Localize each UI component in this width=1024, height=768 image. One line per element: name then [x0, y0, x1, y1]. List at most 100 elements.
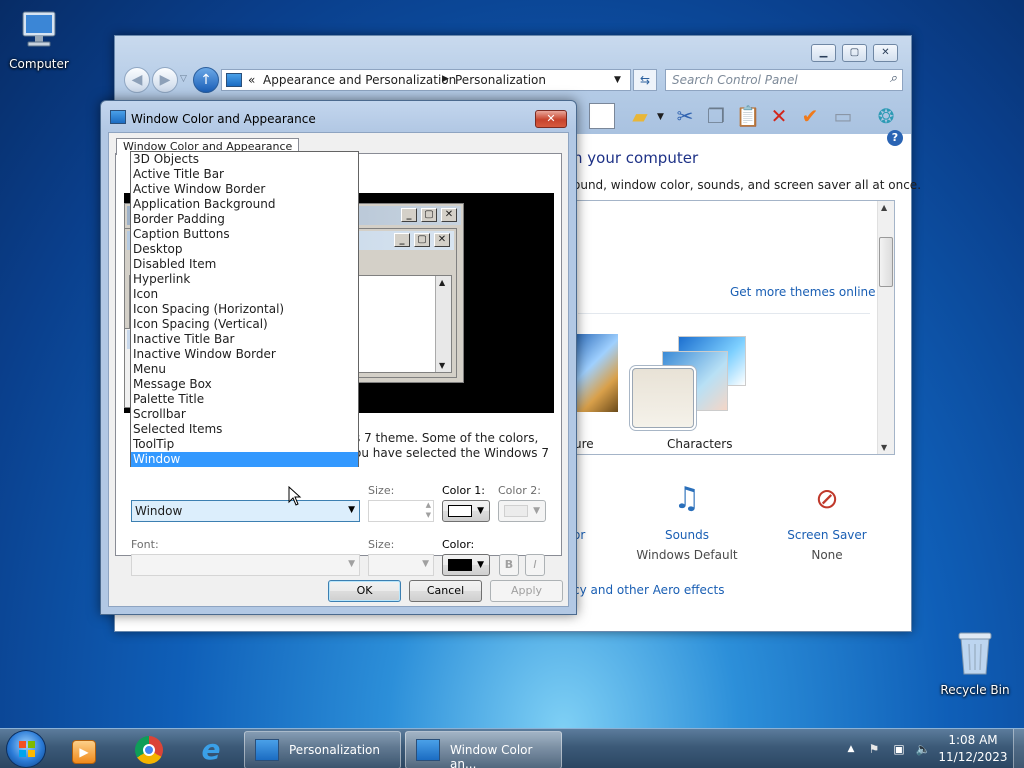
recent-pages-chevron-icon[interactable]: ▽ — [180, 74, 187, 84]
cut-icon[interactable]: ✂ — [672, 103, 698, 129]
font-size-label: Size: — [368, 538, 395, 551]
screen-saver-icon: ⊘ — [815, 482, 839, 515]
maximize-button[interactable]: ▢ — [842, 44, 867, 62]
folder-options-icon[interactable]: ▰ — [627, 103, 653, 129]
computer-icon — [22, 11, 56, 47]
item-size-spinner: ▲ ▼ — [368, 500, 434, 522]
copy-icon[interactable]: ❐ — [703, 103, 729, 129]
list-option[interactable]: Disabled Item — [131, 257, 358, 272]
taskbar-window-color-label: Window Color an... — [450, 743, 533, 768]
address-dropdown-icon[interactable]: ▼ — [614, 75, 621, 85]
taskbar: ▶ e Personalization Window Color an... ▲… — [0, 728, 1024, 768]
themes-scroll-thumb[interactable] — [879, 237, 893, 287]
item-select-arrow-icon[interactable]: ▼ — [348, 505, 355, 515]
item-select[interactable]: Window ▼ — [131, 500, 360, 522]
back-button[interactable]: ◀ — [124, 67, 150, 93]
aero-effects-link[interactable]: cy and other Aero effects — [573, 583, 724, 597]
themes-scrollbar[interactable]: ▲ ▼ — [877, 201, 894, 454]
list-option[interactable]: Caption Buttons — [131, 227, 358, 242]
clock[interactable]: 1:08 AM 11/12/2023 — [936, 733, 1010, 764]
screen-saver-item[interactable]: ⊘ Screen Saver None — [775, 474, 879, 564]
search-input[interactable]: Search Control Panel ⌕ — [665, 69, 903, 91]
search-icon[interactable]: ⌕ — [890, 71, 897, 86]
list-option[interactable]: Icon Spacing (Horizontal) — [131, 302, 358, 317]
theme-characters-label: Characters — [667, 437, 733, 451]
refresh-button[interactable]: ⇆ — [633, 69, 657, 91]
color1-picker[interactable]: ▼ — [442, 500, 490, 522]
mouse-cursor-icon — [288, 486, 302, 506]
address-bar[interactable]: « Appearance and Personalization ▶ Perso… — [221, 69, 631, 91]
forward-button[interactable]: ▶ — [152, 67, 178, 93]
font-color-label: Color: — [442, 538, 475, 551]
media-player-pin[interactable]: ▶ — [58, 733, 110, 767]
list-option[interactable]: ToolTip — [131, 437, 358, 452]
list-option[interactable]: Selected Items — [131, 422, 358, 437]
sounds-label: Sounds — [664, 528, 710, 542]
font-color-swatch — [448, 559, 472, 571]
list-option[interactable]: Inactive Title Bar — [131, 332, 358, 347]
list-option[interactable]: Active Window Border — [131, 182, 358, 197]
list-option[interactable]: Window — [131, 452, 358, 467]
theme-characters-stack[interactable] — [632, 333, 748, 433]
ok-button[interactable]: OK — [328, 580, 401, 602]
breadcrumb-arrow-icon[interactable]: ▶ — [442, 74, 449, 84]
sounds-item[interactable]: ♫ Sounds Windows Default — [635, 474, 739, 564]
taskbar-window-color[interactable]: Window Color an... — [405, 731, 562, 768]
chrome-pin[interactable] — [123, 733, 175, 767]
start-button[interactable] — [6, 730, 46, 768]
show-desktop-button[interactable] — [1013, 729, 1024, 768]
taskbar-personalization-label: Personalization — [289, 743, 380, 757]
network-icon[interactable]: ▣ — [891, 741, 907, 757]
list-option[interactable]: Active Title Bar — [131, 167, 358, 182]
pane-icon[interactable] — [589, 103, 615, 129]
folder-options-chevron-icon[interactable]: ▼ — [657, 112, 664, 122]
action-center-icon[interactable]: ⚑ — [866, 741, 882, 757]
bold-button: B — [499, 554, 519, 576]
recycle-bin-desktop-icon[interactable]: Recycle Bin — [939, 628, 1011, 697]
list-option[interactable]: Border Padding — [131, 212, 358, 227]
italic-button: I — [525, 554, 545, 576]
list-option[interactable]: Application Background — [131, 197, 358, 212]
up-button[interactable]: ↑ — [193, 67, 219, 93]
list-option[interactable]: Icon Spacing (Vertical) — [131, 317, 358, 332]
cancel-button[interactable]: Cancel — [409, 580, 482, 602]
color2-picker: ▼ — [498, 500, 546, 522]
list-option[interactable]: Desktop — [131, 242, 358, 257]
computer-desktop-icon[interactable]: Computer — [3, 8, 75, 71]
themes-list[interactable]: Get more themes online ure Characters ▲ … — [573, 200, 895, 455]
volume-icon[interactable]: 🔈 — [915, 741, 931, 757]
delete-icon[interactable]: ✕ — [766, 103, 792, 129]
search-placeholder: Search Control Panel — [672, 73, 798, 87]
close-button[interactable]: ✕ — [873, 44, 898, 62]
checkmark-icon[interactable]: ✔ — [797, 103, 823, 129]
list-option[interactable]: 3D Objects — [131, 152, 358, 167]
recycle-bin-label: Recycle Bin — [940, 683, 1010, 697]
dialog-close-button[interactable]: ✕ — [535, 110, 567, 128]
window-color-task-icon — [416, 739, 440, 761]
list-option[interactable]: Message Box — [131, 377, 358, 392]
properties-icon[interactable]: ▭ — [830, 103, 856, 129]
paste-icon[interactable]: 📋 — [735, 103, 761, 129]
help-icon[interactable]: ? — [887, 130, 903, 146]
get-more-themes-link[interactable]: Get more themes online — [730, 285, 876, 299]
clock-time: 1:08 AM — [948, 733, 998, 747]
show-hidden-icons[interactable]: ▲ — [843, 741, 859, 757]
taskbar-personalization[interactable]: Personalization — [244, 731, 401, 768]
chrome-icon — [135, 736, 163, 764]
font-color-picker[interactable]: ▼ — [442, 554, 490, 576]
breadcrumb-personalization[interactable]: Personalization — [455, 73, 546, 87]
list-option[interactable]: Menu — [131, 362, 358, 377]
shell-icon[interactable]: ❂ — [873, 103, 899, 129]
list-option[interactable]: Hyperlink — [131, 272, 358, 287]
item-dropdown-list[interactable]: 3D Objects Active Title Bar Active Window … — [130, 151, 359, 467]
clock-date: 11/12/2023 — [938, 750, 1008, 764]
list-option[interactable]: Scrollbar — [131, 407, 358, 422]
list-option[interactable]: Palette Title — [131, 392, 358, 407]
list-option[interactable]: Icon — [131, 287, 358, 302]
breadcrumb-appearance[interactable]: Appearance and Personalization — [263, 73, 456, 87]
list-option[interactable]: Inactive Window Border — [131, 347, 358, 362]
ie-pin[interactable]: e — [185, 733, 237, 767]
screen-saver-label: Screen Saver — [787, 528, 867, 542]
theme-thumbnail-partial[interactable] — [574, 334, 618, 412]
minimize-button[interactable]: ▁ — [811, 44, 836, 62]
